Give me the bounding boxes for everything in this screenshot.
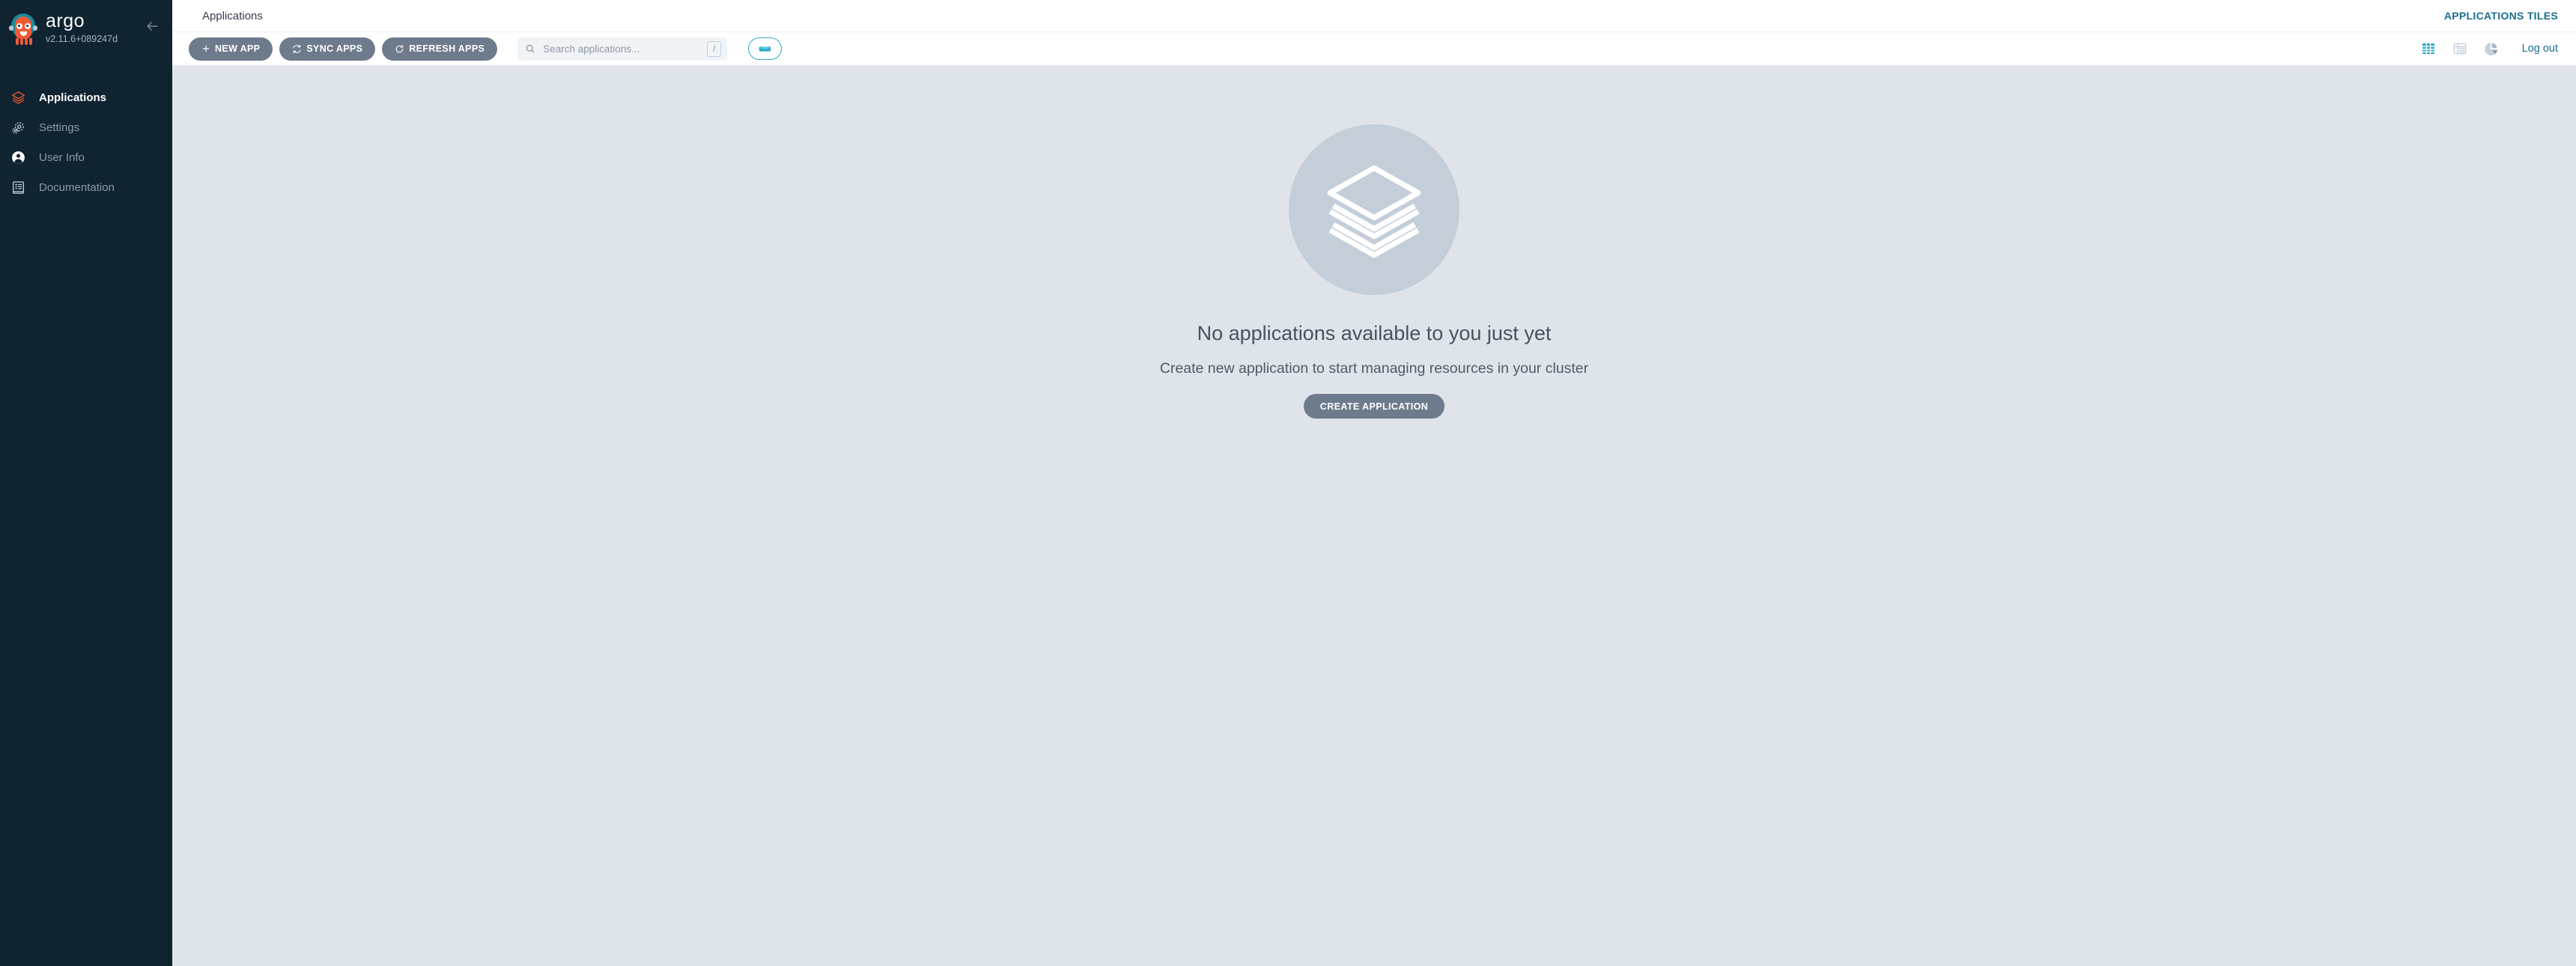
layers-icon [10, 90, 33, 106]
refresh-apps-button-label: REFRESH APPS [409, 43, 485, 54]
gears-icon [10, 120, 33, 136]
pie-chart-icon [2485, 42, 2498, 55]
new-app-button-label: NEW APP [215, 43, 261, 54]
plus-icon [202, 45, 210, 52]
sync-apps-button-label: SYNC APPS [306, 43, 363, 54]
filter-toggle-button[interactable] [748, 37, 783, 60]
breadcrumb[interactable]: Applications [202, 10, 263, 22]
list-rows-icon [2453, 43, 2466, 55]
refresh-apps-button[interactable]: REFRESH APPS [382, 37, 498, 61]
new-app-button[interactable]: NEW APP [189, 37, 273, 61]
toolbar-right-group: Log out [2420, 40, 2558, 57]
logo-text-block: argo v2.11.6+089247d [46, 10, 118, 45]
stacked-layers-icon [1327, 165, 1421, 258]
empty-state-title: No applications available to you just ye… [1197, 322, 1552, 344]
empty-state-subtitle: Create new application to start managing… [1159, 360, 1589, 377]
content-area: No applications available to you just ye… [172, 66, 2576, 966]
grid-tiles-icon [2422, 43, 2434, 55]
search-icon [526, 44, 535, 53]
refresh-icon [395, 44, 404, 52]
sliders-filter-icon [759, 46, 771, 52]
sidebar-item-label: Documentation [39, 180, 115, 194]
view-mode-list-button[interactable] [2452, 40, 2468, 57]
sidebar-item-label: User Info [39, 151, 85, 164]
sidebar-item-documentation[interactable]: Documentation [0, 172, 172, 202]
version-label: v2.11.6+089247d [46, 34, 118, 44]
sidebar-header: argo v2.11.6+089247d [0, 0, 172, 69]
empty-state-illustration [1289, 124, 1459, 295]
document-list-icon [10, 180, 33, 195]
empty-state: No applications available to you just ye… [172, 124, 2576, 419]
main-area: Applications APPLICATIONS TILES NEW APP [172, 0, 2576, 966]
arrow-left-icon [147, 22, 158, 31]
view-mode-tiles-button[interactable] [2420, 40, 2437, 57]
create-application-button[interactable]: CREATE APPLICATION [1303, 394, 1445, 419]
search-input[interactable] [541, 42, 702, 55]
logout-link[interactable]: Log out [2522, 43, 2558, 55]
page-header: Applications APPLICATIONS TILES [172, 0, 2576, 32]
sidebar-collapse-button[interactable] [142, 16, 162, 36]
toolbar-left-group: NEW APP SYNC APPS REFRESH APPS Search ap… [189, 37, 2420, 61]
search-box[interactable]: / [517, 37, 728, 61]
argocd-applications-page: argo v2.11.6+089247d Applications Settin… [0, 0, 2576, 966]
argo-octopus-mascot-icon [7, 12, 39, 45]
sidebar-item-applications[interactable]: Applications [0, 82, 172, 112]
applications-tiles-link[interactable]: APPLICATIONS TILES [2444, 10, 2558, 22]
sidebar-item-user-info[interactable]: User Info [0, 142, 172, 172]
sidebar: argo v2.11.6+089247d Applications Settin… [0, 0, 172, 966]
brand-name: argo [46, 10, 85, 31]
view-mode-summary-button[interactable] [2483, 40, 2500, 57]
sidebar-item-settings[interactable]: Settings [0, 112, 172, 142]
sync-apps-button[interactable]: SYNC APPS [279, 37, 376, 61]
search-shortcut-badge: / [707, 40, 722, 57]
sidebar-item-label: Applications [39, 91, 107, 104]
sidebar-nav: Applications Settings User Info Document… [0, 82, 172, 202]
sidebar-item-label: Settings [39, 121, 80, 134]
toolbar: NEW APP SYNC APPS REFRESH APPS Search ap… [172, 32, 2576, 66]
sync-icon [293, 44, 301, 53]
user-circle-icon [10, 150, 33, 165]
